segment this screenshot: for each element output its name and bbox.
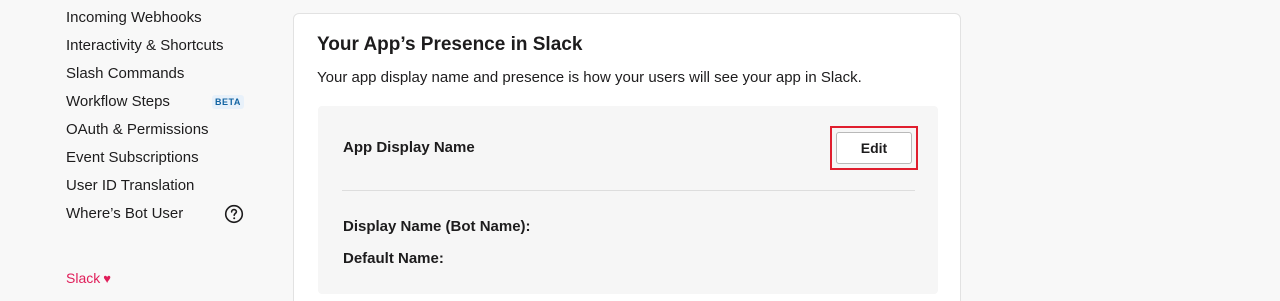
beta-badge: BETA [212,95,244,109]
card-description: Your app display name and presence is ho… [317,69,862,86]
sidebar-item-workflow-steps[interactable]: Workflow Steps [66,90,170,114]
card-title: Your App’s Presence in Slack [317,34,583,55]
sidebar-item-slash-commands[interactable]: Slash Commands [66,62,184,86]
sidebar-item-event-subscriptions[interactable]: Event Subscriptions [66,146,199,170]
sidebar-item-incoming-webhooks[interactable]: Incoming Webhooks [66,6,202,30]
edit-button-highlight: Edit [830,126,918,170]
app-display-name-panel: App Display Name Edit Display Name (Bot … [318,106,938,294]
default-name-label: Default Name: [343,250,444,267]
sidebar-item-wheres-bot-user[interactable]: Where’s Bot User [66,202,183,226]
app-presence-card: Your App’s Presence in Slack Your app di… [293,13,961,301]
question-circle-icon[interactable] [224,204,244,224]
edit-button[interactable]: Edit [836,132,912,164]
sidebar-nav: Incoming Webhooks Interactivity & Shortc… [0,0,280,301]
sidebar-item-oauth-permissions[interactable]: OAuth & Permissions [66,118,209,142]
slack-footer-link[interactable]: Slack ♥ [66,266,111,290]
sidebar-item-user-id-translation[interactable]: User ID Translation [66,174,194,198]
heart-icon: ♥ [103,271,111,286]
sidebar-item-interactivity-shortcuts[interactable]: Interactivity & Shortcuts [66,34,224,58]
display-name-label: Display Name (Bot Name): [343,218,531,235]
app-settings-page: Incoming Webhooks Interactivity & Shortc… [0,0,1280,301]
slack-footer-label: Slack [66,270,101,286]
panel-title: App Display Name [343,139,475,156]
divider [342,190,915,191]
